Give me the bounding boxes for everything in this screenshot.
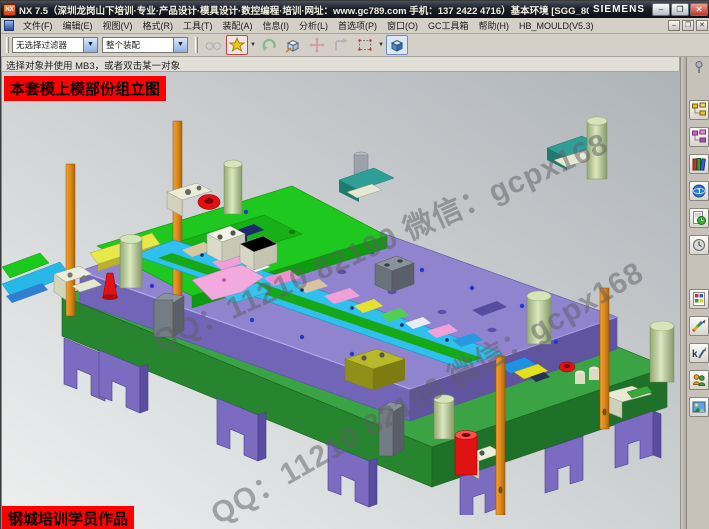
true-shading-icon [691, 399, 707, 415]
menu-analysis[interactable]: 分析(L) [294, 17, 333, 34]
annotation-pen-icon: k [691, 345, 707, 361]
web-browser-icon: 1 [691, 183, 707, 199]
type-filter-dropdown[interactable]: 无选择过滤器 ▼ [12, 37, 98, 53]
part-document-icon [4, 20, 14, 31]
svg-text:k: k [692, 349, 698, 360]
menu-bar: 文件(F) 编辑(E) 视图(V) 格式(R) 工具(T) 装配(A) 信息(I… [1, 18, 709, 34]
palettes-icon [691, 291, 707, 307]
undo-icon [260, 36, 278, 54]
annotation-pen-button[interactable]: k [689, 343, 709, 363]
selection-intent-button[interactable] [226, 35, 248, 55]
menu-window[interactable]: 窗口(O) [382, 17, 423, 34]
toolbar-separator [195, 37, 198, 53]
link-button[interactable] [202, 35, 224, 55]
link-icon [204, 36, 222, 54]
menu-format[interactable]: 格式(R) [138, 17, 179, 34]
true-shading-button[interactable] [689, 397, 709, 417]
menu-information[interactable]: 信息(I) [258, 17, 295, 34]
history-icon [691, 210, 707, 226]
chevron-down-icon[interactable]: ▼ [378, 42, 384, 48]
menu-help[interactable]: 帮助(H) [474, 17, 515, 34]
child-close-button[interactable]: ✕ [696, 20, 708, 31]
route-arrow-button[interactable] [330, 35, 352, 55]
menu-assemblies[interactable]: 装配(A) [218, 17, 258, 34]
credit-banner: 钢城培训学员作品 [2, 506, 134, 529]
rectangle-select-icon [356, 36, 374, 54]
menu-file[interactable]: 文件(F) [18, 17, 58, 34]
move-component-button[interactable] [306, 35, 328, 55]
clock-icon [691, 237, 707, 253]
siemens-logo: SIEMENS [593, 4, 645, 15]
menu-edit[interactable]: 编辑(E) [58, 17, 98, 34]
shaded-view-button[interactable] [386, 35, 408, 55]
close-button[interactable]: ✕ [690, 3, 708, 16]
chevron-down-icon[interactable]: ▼ [250, 42, 256, 48]
toolbar-drag-handle[interactable] [6, 37, 9, 53]
chevron-down-icon[interactable]: ▼ [173, 38, 187, 52]
shaded-view-icon [388, 36, 406, 54]
palettes-button[interactable] [689, 289, 709, 309]
pin-icon[interactable] [692, 60, 706, 74]
window-title: NX 7.5（深圳龙岗山下培训·专业·产品设计·模具设计·数控编程·培训·网址：… [19, 3, 589, 17]
nx-app-icon: NX [3, 4, 16, 16]
assembly-navigator-button[interactable] [689, 100, 709, 120]
selection-scope-value: 整个装配 [103, 39, 173, 51]
svg-text:1: 1 [697, 187, 702, 196]
constraint-navigator-icon [691, 129, 707, 145]
route-arrow-icon [332, 36, 350, 54]
reuse-library-icon [691, 156, 707, 172]
history-button[interactable] [689, 208, 709, 228]
menu-preferences[interactable]: 首选项(P) [333, 17, 382, 34]
menu-tools[interactable]: 工具(T) [178, 17, 218, 34]
title-bar: NX NX 7.5（深圳龙岗山下培训·专业·产品设计·模具设计·数控编程·培训·… [1, 1, 709, 18]
status-prompt-line: 选择对象并使用 MB3，或者双击某一对象 [1, 57, 680, 72]
selection-scope-dropdown[interactable]: 整个装配 ▼ [102, 37, 188, 53]
chevron-down-icon[interactable]: ▼ [83, 38, 97, 52]
roles-button[interactable] [689, 370, 709, 390]
type-filter-value: 无选择过滤器 [13, 39, 83, 51]
graphics-viewport[interactable]: QQ：11210 82190 微信：gcpx168 QQ：11210 82190… [1, 72, 680, 529]
web-browser-button[interactable]: 1 [689, 181, 709, 201]
constraint-navigator-button[interactable] [689, 127, 709, 147]
menu-view[interactable]: 视图(V) [98, 17, 138, 34]
selection-intent-icon [228, 36, 246, 54]
menu-hb-mould[interactable]: HB_MOULD(V5.3) [514, 19, 599, 33]
visualization-pen-icon [691, 318, 707, 334]
view-orient-icon [284, 36, 302, 54]
child-restore-button[interactable]: ❐ [682, 20, 694, 31]
move-component-icon [308, 36, 326, 54]
visualization-pen-button[interactable] [689, 316, 709, 336]
resource-bar: 1 [686, 57, 709, 529]
assembly-navigator-icon [691, 102, 707, 118]
selection-toolbar: 无选择过滤器 ▼ 整个装配 ▼ ▼ [1, 34, 709, 57]
child-minimize-button[interactable]: – [668, 20, 680, 31]
reuse-library-button[interactable] [689, 154, 709, 174]
roles-icon [691, 372, 707, 388]
assembly-title-banner: 本套模上模部份组立图 [4, 76, 166, 101]
undo-button[interactable] [258, 35, 280, 55]
menu-gc-toolbox[interactable]: GC工具箱 [423, 17, 474, 34]
minimize-button[interactable]: – [652, 3, 670, 16]
view-orient-button[interactable] [282, 35, 304, 55]
rectangle-select-button[interactable] [354, 35, 376, 55]
clock-button[interactable] [689, 235, 709, 255]
nx-application-window: NX NX 7.5（深圳龙岗山下培训·专业·产品设计·模具设计·数控编程·培训·… [0, 0, 709, 529]
maximize-button[interactable]: ❐ [671, 3, 689, 16]
